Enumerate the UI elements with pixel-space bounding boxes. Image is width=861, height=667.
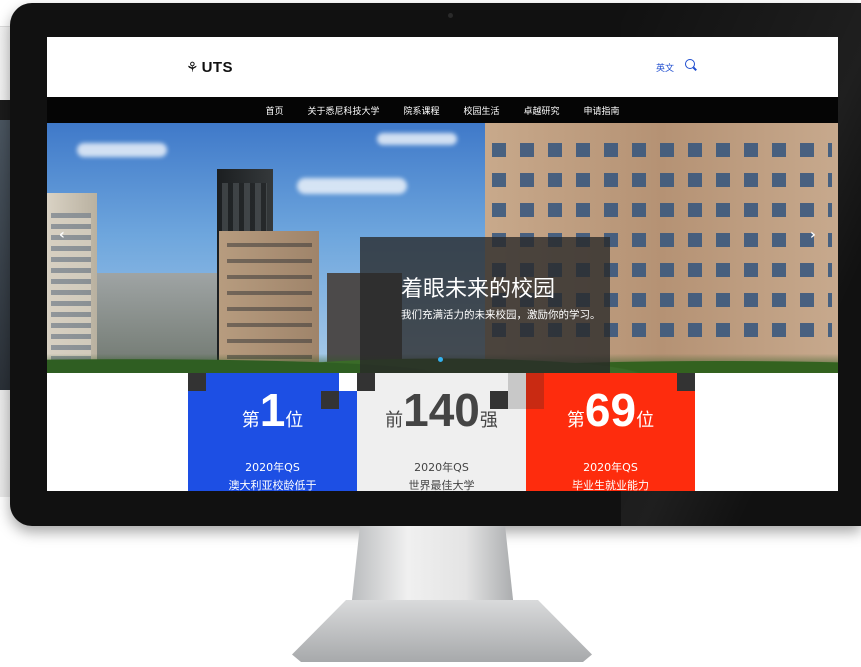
main-nav: 首页 关于悉尼科技大学 院系课程 校园生活 卓越研究 申请指南 [47, 97, 838, 123]
cloud [377, 133, 457, 145]
stat-card-top-140[interactable]: 前140强 2020年QS 世界最佳大学 [357, 373, 526, 491]
nav-item-courses[interactable]: 院系课程 [391, 104, 451, 117]
uts-logo[interactable]: ⚘ UTS [186, 59, 233, 76]
stat-source: 2020年QS [245, 461, 300, 474]
hero-caption-panel: 着眼未来的校园 我们充满活力的未来校园，激励你的学习。 [360, 237, 610, 373]
logo-text: UTS [201, 59, 234, 76]
nav-item-research[interactable]: 卓越研究 [512, 104, 572, 117]
stat-card-rank-1[interactable]: 第1位 2020年QS 澳大利亚校龄低于 [188, 373, 357, 491]
stat-suffix: 位 [636, 410, 655, 431]
nav-item-home[interactable]: 首页 [253, 104, 295, 117]
stat-prefix: 前 [385, 410, 404, 431]
monitor-stand-base [292, 600, 592, 662]
webcam-icon [448, 13, 453, 18]
hero-title: 着眼未来的校园 [401, 277, 556, 302]
search-icon[interactable] [685, 59, 695, 69]
stat-description: 澳大利亚校龄低于 [228, 479, 317, 491]
cloud [77, 143, 167, 157]
stat-source: 2020年QS [414, 461, 469, 474]
stat-number: 69 [584, 384, 637, 436]
language-switch-link[interactable]: 英文 [656, 61, 674, 74]
stat-card-rank-69[interactable]: 第69位 2020年QS 毕业生就业能力 [526, 373, 695, 491]
stat-prefix: 第 [566, 410, 585, 431]
stat-suffix: 强 [479, 410, 498, 431]
stat-description: 世界最佳大学 [408, 479, 475, 491]
site-header: ⚘ UTS 英文 [47, 37, 838, 97]
stat-number: 140 [403, 384, 480, 436]
stat-number: 1 [259, 384, 286, 436]
cloud [297, 178, 407, 194]
chevron-left-icon[interactable]: ‹ [59, 227, 65, 243]
stat-headline: 第69位 [526, 385, 695, 435]
nav-item-campus-life[interactable]: 校园生活 [452, 104, 512, 117]
carousel-indicator-dot[interactable] [438, 357, 443, 362]
website-screen: ⚘ UTS 英文 首页 关于悉尼科技大学 院系课程 校园生活 卓越研究 申请指南… [47, 37, 838, 491]
stat-prefix: 第 [241, 410, 260, 431]
stat-headline: 第1位 [188, 385, 357, 435]
stat-source: 2020年QS [583, 461, 638, 474]
stat-headline: 前140强 [357, 385, 526, 435]
uts-emblem-icon: ⚘ [186, 59, 199, 76]
hero-carousel: 着眼未来的校园 我们充满活力的未来校园，激励你的学习。 ‹ › [47, 123, 838, 373]
hero-subtitle: 我们充满活力的未来校园，激励你的学习。 [401, 309, 601, 321]
stat-description: 毕业生就业能力 [572, 479, 649, 491]
chevron-right-icon[interactable]: › [810, 227, 816, 243]
nav-item-apply[interactable]: 申请指南 [572, 104, 632, 117]
nav-item-about[interactable]: 关于悉尼科技大学 [295, 104, 391, 117]
stat-suffix: 位 [285, 410, 304, 431]
